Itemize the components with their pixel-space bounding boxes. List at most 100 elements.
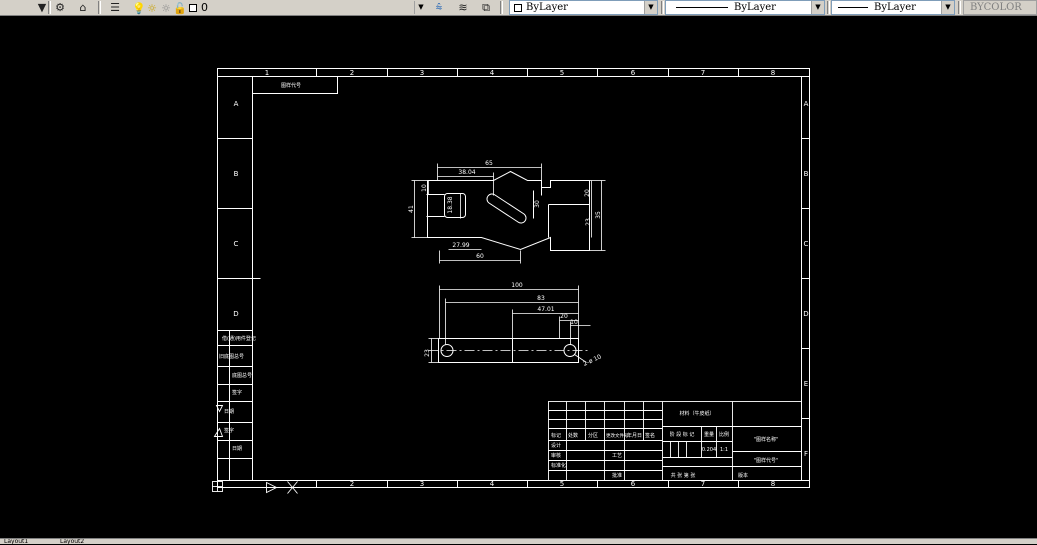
zone-bottom-8: 8: [771, 480, 775, 488]
zone-right-C: C: [804, 240, 809, 248]
drawing-canvas[interactable]: 1 2 3 4 5 6 7 8 2 3 4 5 6 7 8 A B C D A …: [0, 16, 1037, 538]
zone-left-C: C: [234, 240, 239, 248]
tab-layout1[interactable]: Layout1: [4, 539, 50, 545]
plotstyle-combo: BYCOLOR: [963, 0, 1037, 15]
color-combo[interactable]: ByLayer ▼: [509, 0, 658, 15]
layer-states-icon[interactable]: ☰: [108, 1, 122, 14]
tb-weight-value: 0.204: [702, 447, 716, 453]
sheet-border: [217, 68, 810, 488]
color-swatch: [514, 4, 522, 12]
dim-23: 23: [585, 218, 592, 226]
linetype-value: ByLayer: [734, 2, 776, 13]
zone-right-A: A: [804, 100, 809, 108]
linetype-preview: [676, 7, 728, 8]
dim-10: 10: [421, 184, 428, 192]
dim-18-38: 18.38: [447, 196, 454, 213]
tb-marking: 标记: [551, 432, 561, 439]
color-dropdown-arrow[interactable]: ▼: [644, 1, 657, 14]
tab-layout2[interactable]: Layout2: [60, 539, 106, 545]
freeze-sun-icon[interactable]: ☼: [147, 2, 157, 15]
tb-stage: 阶 段 标 记: [670, 431, 695, 438]
plotstyle-value: BYCOLOR: [970, 2, 1022, 13]
dim-35: 35: [595, 211, 602, 219]
zone-top-7: 7: [701, 69, 705, 77]
zone-right-D: D: [803, 310, 808, 318]
toolbar-separator: [48, 1, 51, 14]
tb-drawing-name: "图样名称": [754, 436, 779, 443]
dim-20: 20: [584, 189, 591, 197]
tb-company: "图样代号": [754, 457, 779, 464]
part-view-2[interactable]: [428, 338, 589, 363]
tb-weight: 重量: [704, 431, 714, 438]
layout-tab-bar: Layout1 Layout2: [0, 538, 1037, 545]
tb-qty: 处数: [568, 432, 578, 439]
layer-match-icon[interactable]: ⧉: [479, 1, 493, 14]
tb-material: 材料（牛皮纸）: [679, 410, 714, 417]
zone-top-8: 8: [771, 69, 775, 77]
strip-label-6: 签字: [224, 427, 234, 434]
zone-top-5: 5: [560, 69, 564, 77]
hole-callout: 2-ø 10: [582, 353, 603, 368]
view-1-dimensions: [411, 163, 606, 264]
zone-left-A: A: [234, 100, 239, 108]
strip-label-5: 日期: [224, 409, 234, 415]
tb-design: 设计: [551, 442, 561, 449]
viewport-freeze-icon[interactable]: ☼: [161, 2, 171, 15]
zone-left-B: B: [234, 170, 239, 178]
zone-ticks: [217, 68, 810, 488]
tb-sign: 签名: [645, 432, 655, 439]
zone-bottom-2: 2: [350, 480, 354, 488]
dim-20-b: 20: [560, 313, 568, 320]
toolbar-separator: [827, 1, 830, 14]
zone-bottom-5: 5: [560, 480, 564, 488]
dim-41: 41: [408, 205, 415, 213]
tb-ratio: 比例: [719, 431, 729, 438]
toolbar-separator: [958, 1, 961, 14]
tb-sheets: 共 张 第 张: [671, 472, 696, 479]
tb-scale-value: 1:1: [720, 447, 728, 453]
tb-change-no: 更改文件号: [606, 432, 629, 439]
zone-bottom-3: 3: [420, 480, 424, 488]
toolbar-separator: [500, 1, 503, 14]
zone-top-3: 3: [420, 69, 424, 77]
lineweight-preview: [838, 7, 868, 8]
lock-icon[interactable]: 🔓: [173, 2, 187, 15]
layer-on-bulb-icon[interactable]: 💡: [132, 2, 146, 15]
dropdown-arrow-icon[interactable]: ▼: [38, 1, 46, 14]
layer-combo[interactable]: 💡 ☼ ☼ 🔓 0 ▼: [128, 0, 428, 15]
lineweight-combo[interactable]: ByLayer ▼: [831, 0, 955, 15]
zone-right-B: B: [804, 170, 809, 178]
dim-83: 83: [537, 295, 545, 302]
zone-top-4: 4: [490, 69, 495, 77]
linetype-dropdown-arrow[interactable]: ▼: [811, 1, 824, 14]
strip-label-4: 签字: [232, 389, 242, 396]
dim-60: 60: [476, 253, 484, 260]
tb-approve: 批准: [612, 472, 622, 479]
layer-previous-icon[interactable]: ⌂: [76, 1, 90, 14]
dim-27-99: 27.99: [452, 242, 469, 249]
strip-label-3: 底图总号: [232, 372, 252, 379]
tb-process: 工艺: [612, 453, 622, 459]
linetype-combo[interactable]: ByLayer ▼: [665, 0, 825, 15]
zone-left-D: D: [233, 310, 238, 318]
layer-properties-icon[interactable]: ⚙: [53, 1, 67, 14]
strip-label-1: 借(通)用件登记: [222, 335, 256, 342]
color-value: ByLayer: [526, 2, 568, 13]
dim-23-b: 23: [424, 349, 431, 357]
toolbar-separator: [661, 1, 664, 14]
make-current-layer-icon[interactable]: ⩯: [432, 1, 446, 14]
tb-date: 年月日: [627, 432, 642, 439]
toolbar-separator: [98, 1, 101, 14]
tb-version: 版本: [738, 472, 748, 479]
zone-top-6: 6: [631, 69, 636, 77]
drawing-code-label: 图样代号: [281, 82, 301, 89]
layer-dropdown-arrow[interactable]: ▼: [414, 1, 427, 14]
lineweight-dropdown-arrow[interactable]: ▼: [941, 1, 954, 14]
dim-65: 65: [485, 160, 493, 167]
dim-47-01: 47.01: [537, 306, 554, 313]
strip-label-7: 日期: [232, 446, 242, 452]
dim-30: 30: [534, 200, 541, 208]
layer-color-swatch: [189, 4, 197, 12]
layer-previous-button-icon[interactable]: ≋: [456, 1, 470, 14]
dim-38-04: 38.04: [458, 169, 475, 176]
